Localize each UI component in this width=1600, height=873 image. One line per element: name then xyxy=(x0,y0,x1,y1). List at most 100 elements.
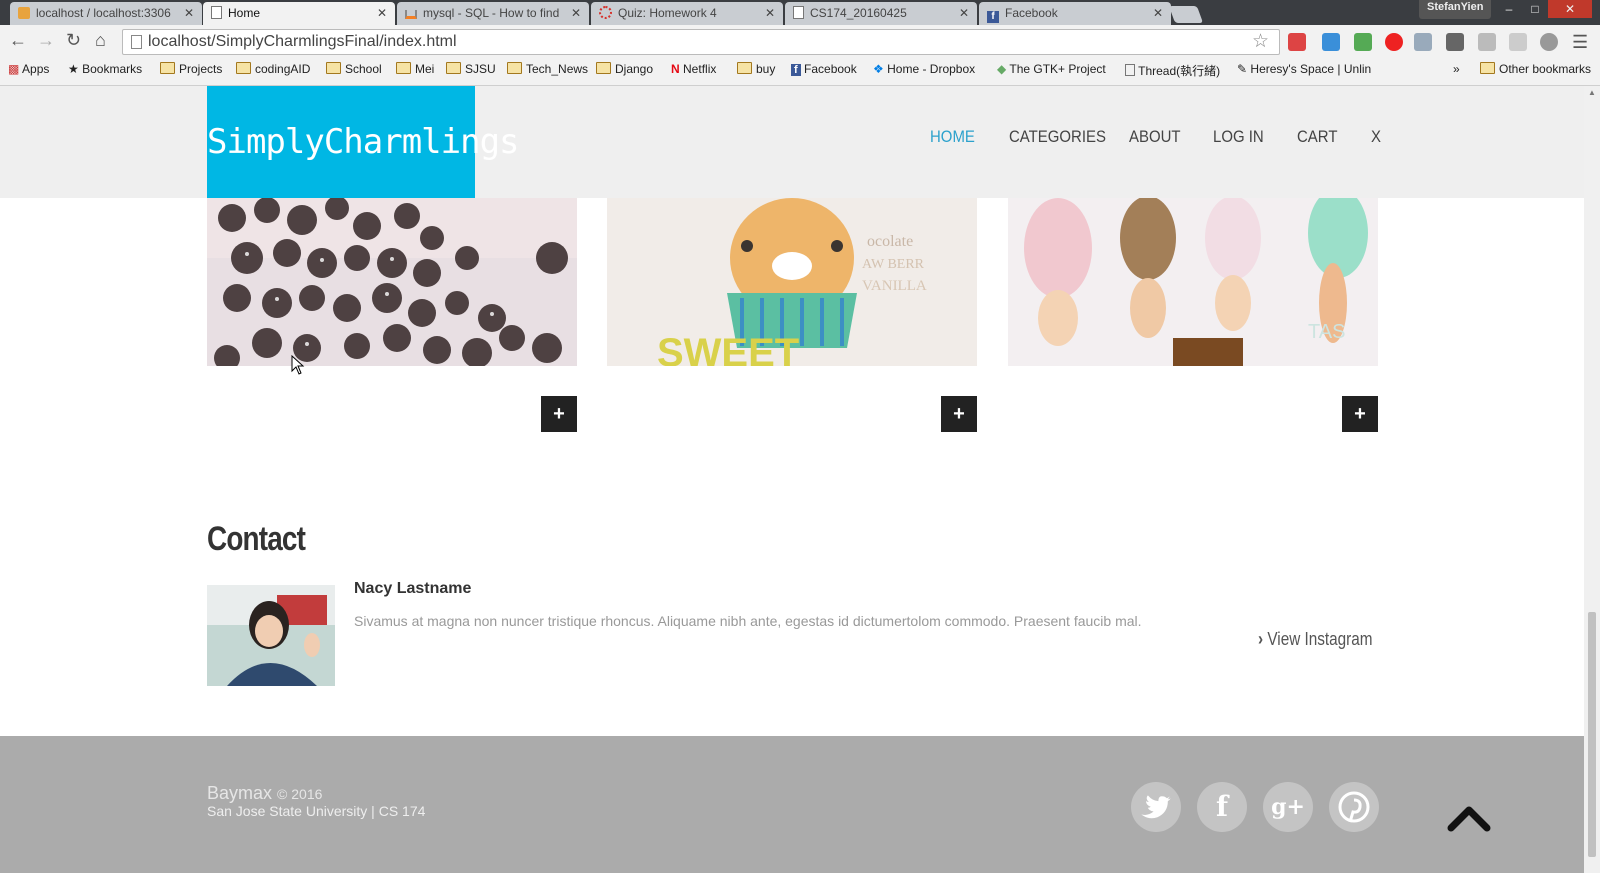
bookmarks-overflow[interactable]: » xyxy=(1453,62,1460,76)
nav-categories[interactable]: CATEGORIES xyxy=(1009,127,1106,147)
window-controls: – □ ✕ xyxy=(1496,0,1592,18)
new-tab-button[interactable] xyxy=(1168,6,1204,23)
maximize-icon[interactable]: □ xyxy=(1522,0,1548,18)
bookmark-heresy[interactable]: ✎ Heresy's Space | Unlin xyxy=(1237,62,1371,76)
tab-quiz[interactable]: Quiz: Homework 4 ✕ xyxy=(591,2,783,25)
bookmark-folder[interactable]: Mei xyxy=(396,62,434,76)
close-icon[interactable]: ✕ xyxy=(184,6,194,20)
extension-icon[interactable] xyxy=(1540,33,1558,51)
close-icon[interactable]: ✕ xyxy=(571,6,581,20)
other-bookmarks[interactable]: Other bookmarks xyxy=(1480,62,1591,76)
tab-facebook[interactable]: f Facebook ✕ xyxy=(979,2,1171,25)
tab-home[interactable]: Home ✕ xyxy=(203,2,395,25)
close-icon[interactable]: ✕ xyxy=(377,6,387,20)
dropbox-icon: ❖ xyxy=(873,62,884,76)
tab-stackoverflow[interactable]: mysql - SQL - How to find ✕ xyxy=(397,2,589,25)
scrollbar-thumb[interactable] xyxy=(1588,612,1596,857)
footer-copyright: © 2016 xyxy=(277,786,323,802)
apps-icon: ▩ xyxy=(8,62,20,76)
folder-icon xyxy=(737,62,752,74)
close-icon[interactable]: ✕ xyxy=(765,6,775,20)
bookmark-folder[interactable]: Django xyxy=(596,62,653,76)
extension-icon[interactable] xyxy=(1322,33,1340,51)
chocolate-bears-image xyxy=(207,198,577,366)
lion-cupcake-image: ocolate AW BERR VANILLA SWEET xyxy=(607,198,977,366)
bookmark-gtk[interactable]: ◆ The GTK+ Project xyxy=(997,62,1106,76)
bookmark-star-icon[interactable]: ☆ xyxy=(1252,30,1269,53)
bookmark-folder[interactable]: codingAID xyxy=(236,62,310,76)
bookmark-folder[interactable]: Tech_News xyxy=(507,62,588,76)
nav-close[interactable]: X xyxy=(1371,127,1381,147)
window-close-icon[interactable]: ✕ xyxy=(1548,0,1592,18)
bookmark-folder[interactable]: School xyxy=(326,62,382,76)
folder-icon xyxy=(507,62,522,74)
folder-icon xyxy=(160,62,175,74)
forward-icon[interactable]: → xyxy=(37,30,55,51)
canvas-icon xyxy=(599,6,612,19)
menu-icon[interactable]: ☰ xyxy=(1572,32,1588,53)
site-logo[interactable]: SimplyCharmlings xyxy=(207,86,520,198)
minimize-icon[interactable]: – xyxy=(1496,0,1522,18)
page-icon xyxy=(793,6,804,19)
home-icon[interactable]: ⌂ xyxy=(95,30,106,51)
download-icon[interactable] xyxy=(1414,33,1432,51)
twitter-icon xyxy=(1141,795,1171,819)
bookmark-folder[interactable]: buy xyxy=(737,62,775,76)
tab-phpmyadmin[interactable]: localhost / localhost:3306 ✕ xyxy=(10,2,202,25)
extension-icon[interactable] xyxy=(1478,33,1496,51)
netflix-icon: N xyxy=(671,62,680,76)
chevron-up-icon xyxy=(1447,806,1491,832)
scroll-up-icon[interactable]: ▲ xyxy=(1588,88,1596,97)
close-icon[interactable]: ✕ xyxy=(959,6,969,20)
back-to-top-button[interactable] xyxy=(1447,802,1491,837)
bookmark-apps[interactable]: ▩ Apps xyxy=(8,62,49,76)
nav-cart[interactable]: CART xyxy=(1297,127,1337,147)
bookmark-facebook[interactable]: f Facebook xyxy=(791,62,857,76)
extension-icon[interactable] xyxy=(1446,33,1464,51)
bookmark-folder[interactable]: SJSU xyxy=(446,62,496,76)
bookmark-netflix[interactable]: N Netflix xyxy=(671,62,716,76)
close-icon[interactable]: ✕ xyxy=(1153,6,1163,20)
facebook-icon: f xyxy=(791,64,801,76)
extension-icon[interactable] xyxy=(1509,33,1527,51)
url-text[interactable]: localhost/SimplyCharmlingsFinal/index.ht… xyxy=(148,33,457,51)
svg-text:SWEET: SWEET xyxy=(657,331,799,366)
product-photo-cupcake[interactable]: ocolate AW BERR VANILLA SWEET xyxy=(607,198,977,366)
product-photo-bears[interactable] xyxy=(207,198,577,366)
tab-label: mysql - SQL - How to find xyxy=(423,6,560,20)
facebook-button[interactable]: f xyxy=(1197,782,1247,832)
mouse-cursor xyxy=(291,354,305,380)
add-to-cart-button[interactable]: + xyxy=(541,396,577,432)
bookmark-folder[interactable]: Projects xyxy=(160,62,222,76)
add-to-cart-button[interactable]: + xyxy=(1342,396,1378,432)
tab-label: Quiz: Homework 4 xyxy=(618,6,717,20)
svg-text:ocolate: ocolate xyxy=(867,233,913,250)
pinterest-button[interactable] xyxy=(1329,782,1379,832)
profile-button[interactable]: StefanYien xyxy=(1419,0,1492,19)
view-instagram-link[interactable]: › View Instagram xyxy=(1258,629,1373,650)
svg-text:TAS: TAS xyxy=(1308,321,1345,343)
contact-photo xyxy=(207,585,335,686)
folder-icon xyxy=(446,62,461,74)
page-info-icon[interactable] xyxy=(131,35,142,49)
tab-label: Facebook xyxy=(1005,6,1058,20)
tab-label: localhost / localhost:3306 xyxy=(36,6,171,20)
nav-home[interactable]: HOME xyxy=(930,127,975,147)
footer-school: San Jose State University | CS 174 xyxy=(207,803,426,819)
bookmark-thread[interactable]: Thread(執行緒) xyxy=(1125,62,1220,79)
google-plus-button[interactable]: g+ xyxy=(1263,782,1313,832)
reload-icon[interactable]: ↻ xyxy=(66,30,81,51)
opera-extension-icon[interactable] xyxy=(1385,33,1403,51)
tab-cs174[interactable]: CS174_20160425 ✕ xyxy=(785,2,977,25)
bookmark-bookmarks[interactable]: ★ Bookmarks xyxy=(68,62,142,76)
twitter-button[interactable] xyxy=(1131,782,1181,832)
add-to-cart-button[interactable]: + xyxy=(941,396,977,432)
nav-login[interactable]: LOG IN xyxy=(1213,127,1264,147)
product-photo-fairies[interactable]: TAS xyxy=(1008,198,1378,366)
gmail-extension-icon[interactable] xyxy=(1288,33,1306,51)
extension-icon[interactable] xyxy=(1354,33,1372,51)
bookmark-dropbox[interactable]: ❖ Home - Dropbox xyxy=(873,62,975,76)
nav-about[interactable]: ABOUT xyxy=(1129,127,1181,147)
back-icon[interactable]: ← xyxy=(9,30,27,51)
fairy-figures-image: TAS xyxy=(1008,198,1378,366)
